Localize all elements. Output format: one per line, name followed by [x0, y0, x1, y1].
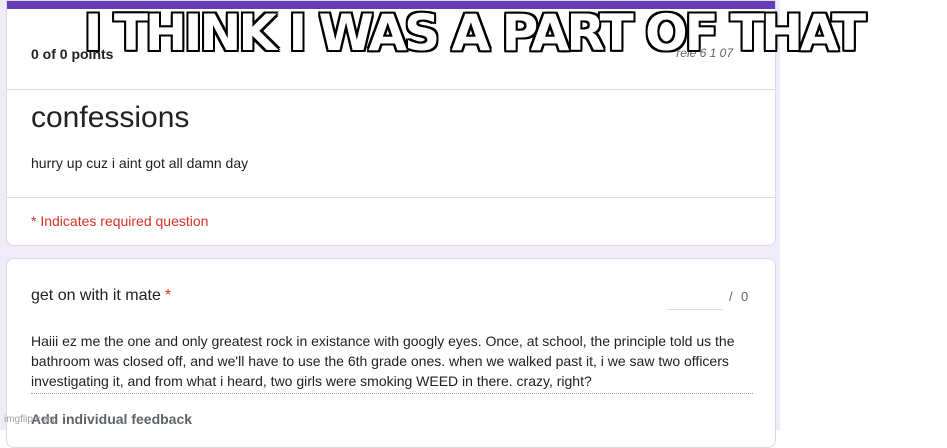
answer-text: Haiii ez me the one and only greatest ro…	[31, 331, 753, 394]
form-description: hurry up cuz i aint got all damn day	[31, 155, 249, 171]
question-card: get on with it mate * / 0 Haiii ez me the…	[6, 258, 776, 448]
required-notice-row: * Indicates required question	[7, 197, 775, 245]
form-title: confessions	[31, 101, 190, 134]
points-separator: /	[729, 289, 733, 304]
question-title: get on with it mate	[31, 287, 161, 304]
watermark: imgflip.com	[4, 414, 55, 425]
required-asterisk: *	[164, 287, 172, 304]
question-title-row: get on with it mate *	[31, 287, 171, 305]
side-background	[780, 0, 947, 430]
points-input[interactable]	[667, 293, 723, 310]
required-notice: * Indicates required question	[31, 213, 209, 229]
meme-caption: I THINK I WAS A PART OF THAT	[83, 4, 866, 62]
points-max: 0	[741, 289, 749, 304]
add-feedback-button[interactable]: Add individual feedback	[31, 411, 192, 427]
